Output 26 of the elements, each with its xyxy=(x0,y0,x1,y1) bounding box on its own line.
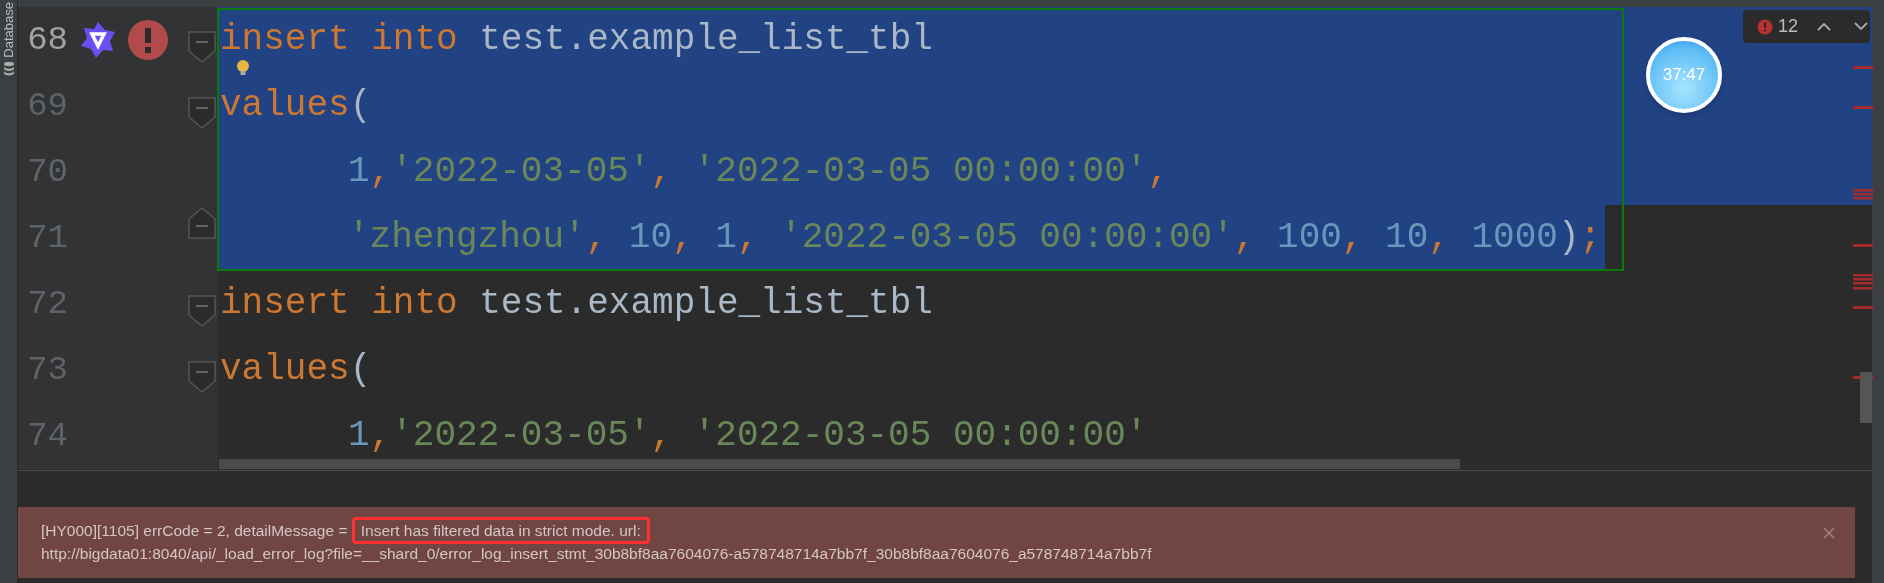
error-counter[interactable]: 12 xyxy=(1743,10,1870,43)
fold-marker-icon[interactable] xyxy=(188,295,216,327)
close-icon xyxy=(1823,527,1835,539)
horizontal-scrollbar[interactable] xyxy=(219,459,1460,469)
error-url-link[interactable]: http://bigdata01:8040/api/_load_error_log?file=__shard_0/error_log_insert_stmt_30b8bf8aa7604076-a578748714a7bb7f_30b8bf8aa7604076_a578748714a7bb7f xyxy=(41,542,1152,565)
code-line: 1,'2022-03-05', '2022-03-05 00:00:00' xyxy=(347,416,1148,456)
timer-text: 37:47 xyxy=(1662,64,1706,87)
fold-marker-icon[interactable] xyxy=(188,97,216,129)
light-bulb-icon[interactable] xyxy=(236,59,250,77)
fold-marker-icon[interactable] xyxy=(188,207,216,239)
code-line: insert into test.example_list_tbl xyxy=(219,284,933,324)
chevron-down-icon[interactable] xyxy=(1854,22,1869,31)
close-button[interactable] xyxy=(1821,525,1837,541)
error-message: [HY000][1105] errCode = 2, detailMessage = Insert has filtered data in strict mode. url: xyxy=(41,519,1152,542)
error-count: 12 xyxy=(1778,15,1799,38)
fold-marker-icon[interactable] xyxy=(188,361,216,393)
database-icon xyxy=(2,60,15,77)
chevron-up-icon[interactable] xyxy=(1817,22,1832,31)
error-icon[interactable] xyxy=(128,20,168,60)
vertical-scrollbar[interactable] xyxy=(1860,372,1872,423)
fold-marker-icon[interactable] xyxy=(188,31,216,63)
error-icon xyxy=(1757,18,1773,35)
code-line: values( xyxy=(219,350,372,390)
line-number: 68 xyxy=(26,19,68,61)
star-logo-icon[interactable] xyxy=(78,20,118,60)
database-tab[interactable]: Database xyxy=(2,2,15,58)
